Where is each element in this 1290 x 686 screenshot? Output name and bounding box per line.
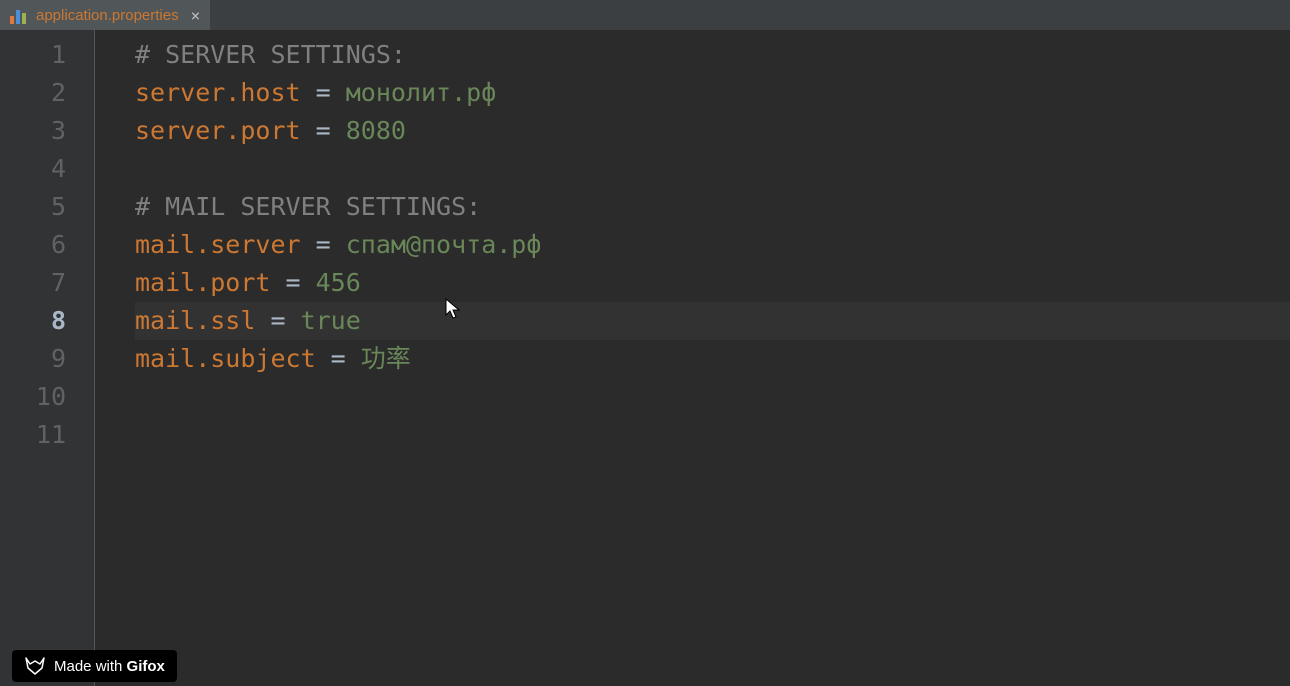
property-key: mail.port [135,268,270,297]
line-number[interactable]: 11 [0,416,94,454]
code-line[interactable]: # MAIL SERVER SETTINGS: [135,188,1290,226]
line-number[interactable]: 7 [0,264,94,302]
property-key: server.port [135,116,301,145]
code-line[interactable]: mail.subject = 功率 [135,340,1290,378]
property-value: монолит.рф [346,78,497,107]
comment-text: # MAIL SERVER SETTINGS: [135,192,481,221]
property-value: true [301,306,361,335]
code-line[interactable]: mail.port = 456 [135,264,1290,302]
close-tab-icon[interactable]: × [191,6,201,25]
line-number[interactable]: 2 [0,74,94,112]
property-key: mail.ssl [135,306,255,335]
line-number[interactable]: 3 [0,112,94,150]
gifox-text: Made with Gifox [54,658,165,675]
line-number[interactable]: 5 [0,188,94,226]
code-line-current[interactable]: mail.ssl = true [135,302,1290,340]
code-line[interactable]: server.host = монолит.рф [135,74,1290,112]
code-editor[interactable]: # SERVER SETTINGS: server.host = монолит… [95,30,1290,686]
property-key: mail.server [135,230,301,259]
property-value: 8080 [346,116,406,145]
property-key: mail.subject [135,344,316,373]
equals-sign: = [301,78,346,107]
code-line[interactable] [135,378,1290,416]
equals-sign: = [316,344,361,373]
properties-file-icon [10,6,28,24]
file-tab[interactable]: application.properties × [0,0,210,30]
equals-sign: = [255,306,300,335]
property-value: 456 [316,268,361,297]
equals-sign: = [270,268,315,297]
line-number[interactable]: 4 [0,150,94,188]
tab-filename: application.properties [36,7,179,24]
code-line[interactable] [135,416,1290,454]
equals-sign: = [301,230,346,259]
property-key: server.host [135,78,301,107]
code-line[interactable]: mail.server = спам@почта.рф [135,226,1290,264]
gifox-watermark: Made with Gifox [12,650,177,682]
equals-sign: = [301,116,346,145]
line-number-current[interactable]: 8 [0,302,94,340]
fox-icon [24,656,46,676]
line-number-gutter[interactable]: 1 2 3 4 5 6 7 8 9 10 11 [0,30,95,686]
editor-area: 1 2 3 4 5 6 7 8 9 10 11 # SERVER SETTING… [0,30,1290,686]
property-value: спам@почта.рф [346,230,542,259]
code-line[interactable]: server.port = 8080 [135,112,1290,150]
code-line[interactable] [135,150,1290,188]
code-line[interactable]: # SERVER SETTINGS: [135,36,1290,74]
line-number[interactable]: 9 [0,340,94,378]
line-number[interactable]: 10 [0,378,94,416]
property-value: 功率 [361,344,411,373]
tab-bar: application.properties × [0,0,1290,30]
line-number[interactable]: 6 [0,226,94,264]
comment-text: # SERVER SETTINGS: [135,40,406,69]
line-number[interactable]: 1 [0,36,94,74]
